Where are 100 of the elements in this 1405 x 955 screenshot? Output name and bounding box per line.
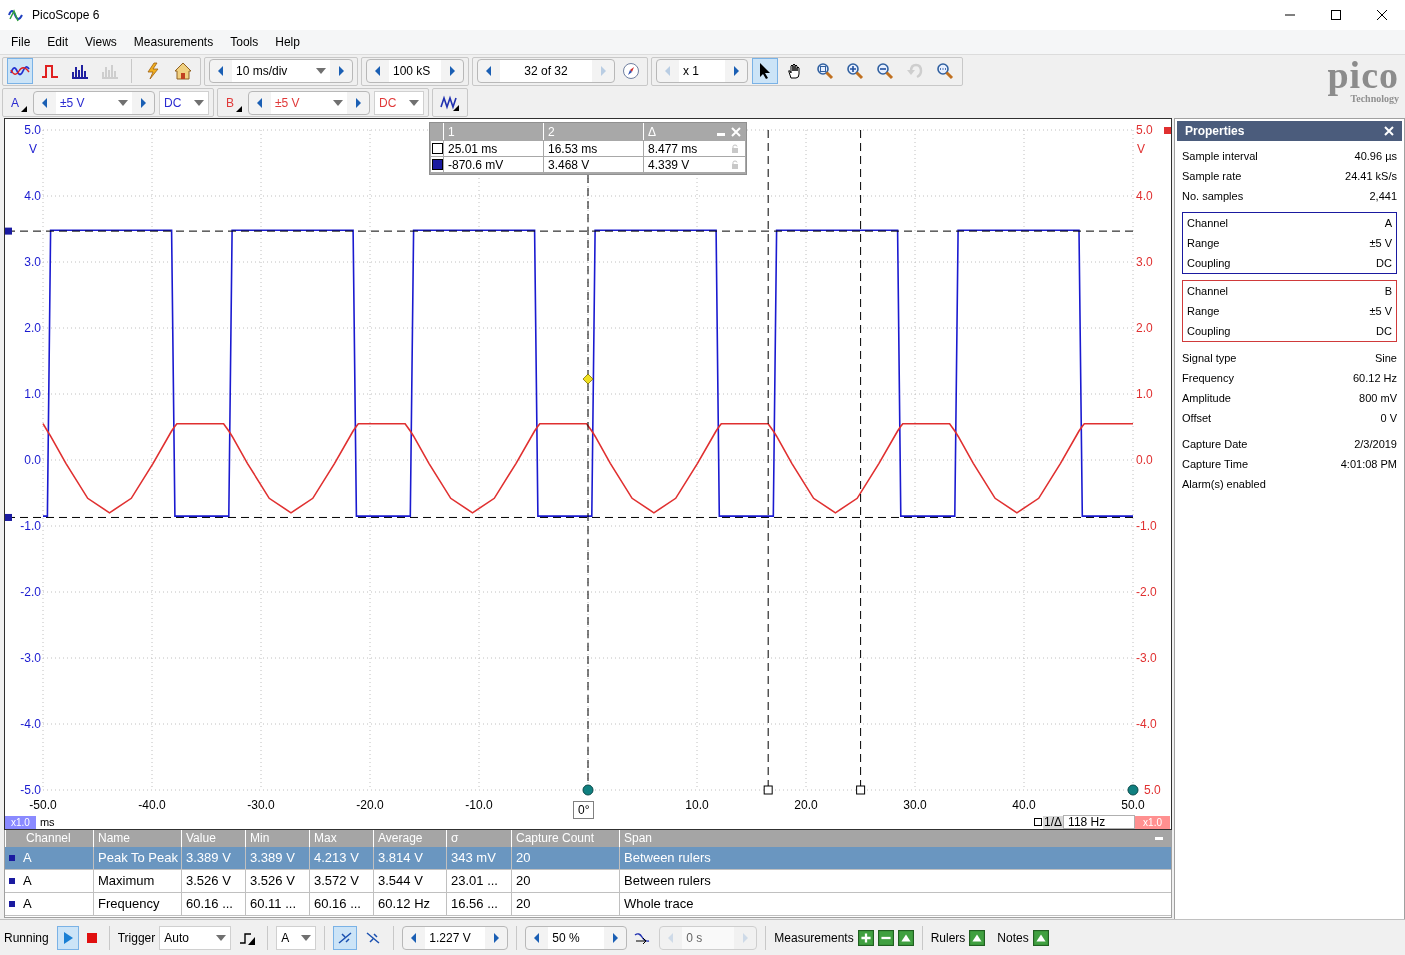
range-dropdown[interactable]: ±5 V: [56, 91, 132, 114]
caret-icon: [216, 934, 227, 941]
trigger-phase-label: 0°: [573, 801, 595, 819]
property-value: ±5 V: [1369, 235, 1392, 251]
table-cell: 343 mV: [446, 847, 511, 869]
plus-icon: [857, 929, 874, 946]
property-value: 0 V: [1380, 410, 1397, 426]
table-cell: 3.389 V: [245, 847, 309, 869]
time-ruler[interactable]: [856, 129, 866, 795]
axis-label: 3.0: [24, 255, 41, 269]
property-value: 40.96 µs: [1354, 148, 1397, 164]
table-cell: 3.544 V: [373, 870, 446, 892]
property-label: Capture Date: [1182, 436, 1248, 452]
table-row[interactable]: A Frequency 60.16 ... 60.11 ... 60.16 ... 60.12 Hz 16.56 ... 20 Whole trace: [5, 893, 1171, 916]
axis-label: 2.0: [1136, 321, 1153, 335]
lightning-icon: [145, 62, 161, 80]
property-value: 4:01:08 PM: [1340, 456, 1397, 472]
axis-label: 5.0: [24, 123, 41, 137]
table-cell: Between rulers: [619, 870, 1171, 892]
property-label: Channel: [1187, 283, 1228, 299]
bar-chart-icon: [101, 63, 119, 79]
table-cell: Frequency: [93, 893, 181, 915]
scope-button[interactable]: [7, 58, 33, 84]
property-value: 24.41 kS/s: [1345, 168, 1397, 184]
property-label: Alarm(s) enabled: [1182, 476, 1266, 492]
expand-button[interactable]: [897, 929, 914, 946]
rising-edge-button[interactable]: [333, 925, 358, 950]
zoom-out-icon: [876, 62, 894, 80]
table-row[interactable]: A Maximum 3.526 V 3.526 V 3.572 V 3.544 V 23.01 ... 20 Between rulers: [5, 870, 1171, 893]
time-ruler[interactable]: [763, 129, 773, 795]
property-label: Signal type: [1182, 350, 1237, 366]
table-cell: 60.16 ...: [309, 893, 373, 915]
rulers-label: Rulers: [930, 929, 966, 947]
property-label: Sample interval: [1182, 148, 1258, 164]
signal-generator-icon: [440, 94, 460, 111]
trigger-channel-dropdown[interactable]: A: [276, 925, 317, 950]
right-arrow-icon: [336, 64, 346, 78]
axis-label: -1.0: [20, 519, 41, 533]
property-label: Sample rate: [1182, 168, 1242, 184]
pointer-button[interactable]: [752, 58, 778, 84]
pulse-icon: [41, 63, 59, 79]
channel-button[interactable]: A: [7, 90, 29, 115]
channel-marker-icon: [9, 855, 15, 861]
timebase-dropdown[interactable]: 10 ms/div: [232, 60, 330, 82]
table-cell: 3.526 V: [181, 870, 245, 892]
axis-label: 10.0: [685, 798, 709, 812]
table-cell-text: A: [22, 895, 33, 913]
table-cell: 20: [511, 847, 619, 869]
property-label: Amplitude: [1182, 390, 1231, 406]
edit-button[interactable]: [877, 929, 894, 946]
table-cell: 60.12 Hz: [373, 893, 446, 915]
menu-item[interactable]: Tools: [223, 33, 266, 51]
axis-label: -2.0: [20, 585, 41, 599]
menu-item[interactable]: Views: [78, 33, 124, 51]
property-value: Sine: [1374, 350, 1397, 366]
table-cell: 3.572 V: [309, 870, 373, 892]
property-value: A: [1384, 215, 1392, 231]
axis-label: 4.0: [24, 189, 41, 203]
channel-button[interactable]: B: [222, 90, 244, 115]
undo-icon: [906, 62, 924, 80]
measurements-label: Measurements: [774, 929, 854, 947]
property-label: Capture Time: [1182, 456, 1249, 472]
range-dropdown[interactable]: ±5 V: [271, 91, 347, 114]
table-cell: Peak To Peak: [93, 847, 181, 869]
coupling-dropdown[interactable]: DC: [159, 90, 209, 115]
voltage-ruler[interactable]: [5, 513, 1134, 521]
rising-edge-icon: [337, 929, 354, 946]
menu-item[interactable]: File: [4, 33, 38, 51]
property-label: Coupling: [1187, 323, 1231, 339]
property-label: Offset: [1182, 410, 1212, 426]
menu-item[interactable]: Measurements: [126, 33, 221, 51]
property-label: Frequency: [1182, 370, 1234, 386]
menu-item[interactable]: Edit: [40, 33, 76, 51]
expand-button[interactable]: [1032, 929, 1049, 946]
table-cell: 23.01 ...: [446, 870, 511, 892]
voltage-ruler[interactable]: [5, 227, 1134, 235]
post-trigger-handle[interactable]: [1127, 784, 1139, 796]
property-label: Channel: [1187, 215, 1228, 231]
channel-marker-icon: [1164, 127, 1171, 134]
expand-button[interactable]: [969, 929, 986, 946]
ruler-mode-icon[interactable]: [1034, 818, 1043, 826]
left-arrow-icon: [216, 64, 226, 78]
caret-icon: [316, 68, 326, 74]
right-arrow-icon: [353, 95, 363, 110]
table-cell: 20: [511, 893, 619, 915]
add-button[interactable]: [857, 929, 874, 946]
play-button[interactable]: [56, 925, 79, 950]
compass-icon: [622, 62, 640, 80]
axis-label: 5.0: [1136, 123, 1153, 137]
window-title: PicoScope 6: [32, 7, 100, 24]
axis-label: -10.0: [465, 798, 493, 812]
pulse-edge-icon: [239, 930, 256, 945]
coupling-dropdown[interactable]: DC: [374, 90, 424, 115]
corner-triangle-icon: [236, 105, 242, 112]
trigger-mode-dropdown[interactable]: Auto: [159, 925, 232, 950]
menu-item[interactable]: Help: [268, 33, 307, 51]
close-icon[interactable]: [1384, 126, 1394, 136]
trigger-marker[interactable]: [582, 174, 594, 796]
axis-label: 0.0: [24, 453, 41, 467]
axis-label: 50.0: [1121, 798, 1145, 812]
